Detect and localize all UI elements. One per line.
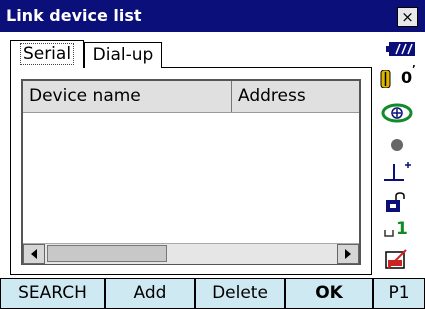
list-header: Device name Address — [23, 81, 359, 113]
column-device-name[interactable]: Device name — [23, 81, 232, 112]
scroll-thumb[interactable] — [47, 245, 167, 262]
tab-divider — [162, 67, 372, 68]
window-title: Link device list — [6, 6, 142, 25]
arrow-left-icon — [31, 249, 37, 259]
softkey-bar: SEARCH Add Delete OK P1 — [0, 278, 425, 309]
memory-bracket-icon — [384, 230, 394, 237]
battery-icon — [386, 42, 415, 56]
tilt-value: 0 — [401, 68, 413, 87]
status-sidebar: 0 ’ 1 — [376, 32, 425, 278]
prism-target-icon[interactable] — [380, 102, 414, 124]
scroll-right-button[interactable] — [337, 244, 359, 264]
input-mode-icon[interactable] — [382, 192, 410, 214]
input-mode-value: 1 — [396, 219, 408, 239]
tilt-degree-mark: ’ — [412, 64, 416, 75]
page-p1-button[interactable]: P1 — [373, 278, 425, 309]
main-area: Serial Dial-up Device name Address — [0, 32, 425, 278]
device-list[interactable]: Device name Address — [21, 79, 361, 265]
ok-button[interactable]: OK — [285, 278, 373, 309]
close-button[interactable]: × — [397, 7, 418, 27]
laser-plummet-icon[interactable] — [382, 160, 414, 184]
memory-card-icon[interactable] — [384, 248, 410, 270]
title-bar: Link device list × — [0, 0, 425, 32]
scroll-left-button[interactable] — [23, 244, 45, 264]
arrow-right-icon — [345, 249, 351, 259]
delete-button[interactable]: Delete — [195, 278, 285, 309]
add-button[interactable]: Add — [105, 278, 195, 309]
tilt-icon — [380, 70, 391, 88]
laser-dot-icon[interactable] — [390, 138, 404, 152]
horizontal-scrollbar[interactable] — [23, 243, 359, 264]
column-address[interactable]: Address — [232, 81, 359, 112]
tab-serial[interactable]: Serial — [10, 40, 84, 68]
tab-dial-up[interactable]: Dial-up — [84, 42, 162, 68]
tab-serial-label: Serial — [19, 43, 75, 65]
search-button[interactable]: SEARCH — [0, 278, 105, 309]
